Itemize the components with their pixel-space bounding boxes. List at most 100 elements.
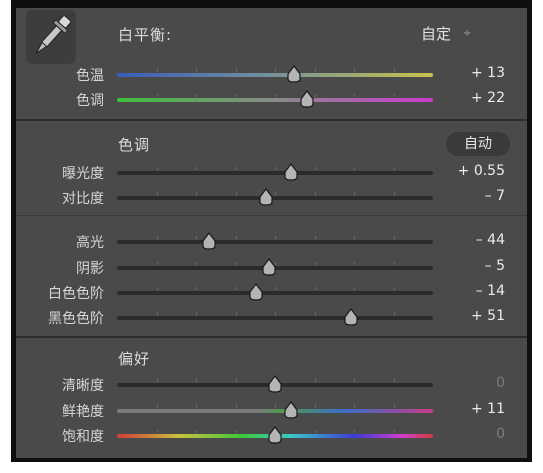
white-balance-mode-select[interactable]: 自定 <box>421 23 451 44</box>
slider-thumb-icon[interactable] <box>299 90 315 108</box>
basic-panel: 白平衡: 自定 ÷ 色温 + 13 色调 + 22 色调 自动 曝光度 + 0.… <box>16 8 527 458</box>
auto-tone-button[interactable]: 自动 <box>446 132 510 156</box>
slider-value[interactable]: + 13 <box>471 65 505 81</box>
slider-thumb-icon[interactable] <box>283 163 299 181</box>
slider-value[interactable]: – 44 <box>476 232 505 248</box>
slider-tick <box>275 405 276 408</box>
slider-tick <box>157 287 158 290</box>
slider-row-exposure: 曝光度 + 0.55 <box>16 160 527 184</box>
slider-tick <box>236 430 237 433</box>
slider-value[interactable]: + 0.55 <box>458 163 505 179</box>
slider-value[interactable]: – 5 <box>485 258 505 274</box>
slider-track[interactable] <box>117 258 433 276</box>
slider-thumb-icon[interactable] <box>343 308 359 326</box>
slider-tick <box>354 287 355 290</box>
slider-row-shadows: 阴影 – 5 <box>16 255 527 279</box>
slider-tick <box>394 192 395 195</box>
slider-tick <box>236 287 237 290</box>
slider-row-vibrance: 鲜艳度 + 11 <box>16 398 527 422</box>
slider-label: 白色色阶 <box>48 286 104 302</box>
slider-label: 色温 <box>76 68 104 84</box>
slider-tick <box>394 236 395 239</box>
section-divider <box>16 215 527 216</box>
slider-track[interactable] <box>117 375 433 393</box>
slider-tick <box>315 287 316 290</box>
slider-tick <box>236 405 237 408</box>
slider-tick <box>236 69 237 72</box>
section-divider <box>16 119 527 121</box>
slider-tick <box>196 262 197 265</box>
slider-tick <box>275 192 276 195</box>
slider-thumb-icon[interactable] <box>283 401 299 419</box>
slider-track[interactable] <box>117 308 433 326</box>
slider-tick <box>394 379 395 382</box>
slider-tick <box>196 192 197 195</box>
slider-tick <box>236 94 237 97</box>
slider-tick <box>315 405 316 408</box>
slider-track[interactable] <box>117 401 433 419</box>
slider-track[interactable] <box>117 188 433 206</box>
slider-track[interactable] <box>117 163 433 181</box>
slider-tick <box>275 69 276 72</box>
slider-label: 饱和度 <box>62 429 104 445</box>
slider-value[interactable]: 0 <box>496 426 505 442</box>
slider-row-clarity: 清晰度 0 <box>16 372 527 396</box>
slider-value[interactable]: 0 <box>496 375 505 391</box>
slider-tick <box>315 262 316 265</box>
slider-label: 清晰度 <box>62 378 104 394</box>
slider-tick <box>394 69 395 72</box>
slider-thumb-icon[interactable] <box>258 188 274 206</box>
slider-value[interactable]: + 11 <box>471 401 505 417</box>
slider-value[interactable]: + 22 <box>471 90 505 106</box>
slider-tick <box>354 430 355 433</box>
slider-tick <box>354 262 355 265</box>
slider-row-temp: 色温 + 13 <box>16 62 527 86</box>
slider-tick <box>157 192 158 195</box>
slider-tick <box>315 94 316 97</box>
slider-tick <box>196 236 197 239</box>
slider-thumb-icon[interactable] <box>201 232 217 250</box>
slider-label: 高光 <box>76 235 104 251</box>
slider-thumb-icon[interactable] <box>267 375 283 393</box>
slider-track[interactable] <box>117 90 433 108</box>
slider-tick <box>354 167 355 170</box>
slider-tick <box>315 236 316 239</box>
slider-tick <box>315 379 316 382</box>
slider-tick <box>157 262 158 265</box>
slider-tick <box>157 69 158 72</box>
slider-track[interactable] <box>117 232 433 250</box>
slider-value[interactable]: + 51 <box>471 308 505 324</box>
slider-tick <box>196 94 197 97</box>
slider-tick <box>275 287 276 290</box>
presence-title: 偏好 <box>118 350 151 368</box>
slider-track[interactable] <box>117 283 433 301</box>
slider-tick <box>275 167 276 170</box>
slider-tick <box>196 287 197 290</box>
eyedropper-button[interactable] <box>26 10 76 64</box>
slider-label: 色调 <box>76 93 104 109</box>
slider-tick <box>354 94 355 97</box>
slider-thumb-icon[interactable] <box>267 426 283 444</box>
slider-tick <box>315 430 316 433</box>
slider-tick <box>157 430 158 433</box>
slider-tick <box>315 69 316 72</box>
slider-tick <box>354 192 355 195</box>
slider-thumb-icon[interactable] <box>248 283 264 301</box>
slider-tick <box>196 69 197 72</box>
slider-thumb-icon[interactable] <box>286 65 302 83</box>
tone-title: 色调 <box>118 136 151 154</box>
slider-track[interactable] <box>117 65 433 83</box>
slider-tick <box>196 167 197 170</box>
slider-track[interactable] <box>117 426 433 444</box>
slider-tick <box>196 312 197 315</box>
slider-tick <box>394 94 395 97</box>
slider-tick <box>236 312 237 315</box>
slider-tick <box>394 430 395 433</box>
slider-tick <box>196 430 197 433</box>
slider-tick <box>236 262 237 265</box>
slider-label: 阴影 <box>76 261 104 277</box>
slider-value[interactable]: – 7 <box>485 188 505 204</box>
slider-thumb-icon[interactable] <box>261 258 277 276</box>
slider-value[interactable]: – 14 <box>476 283 505 299</box>
updown-arrows-icon[interactable]: ÷ <box>463 28 471 39</box>
